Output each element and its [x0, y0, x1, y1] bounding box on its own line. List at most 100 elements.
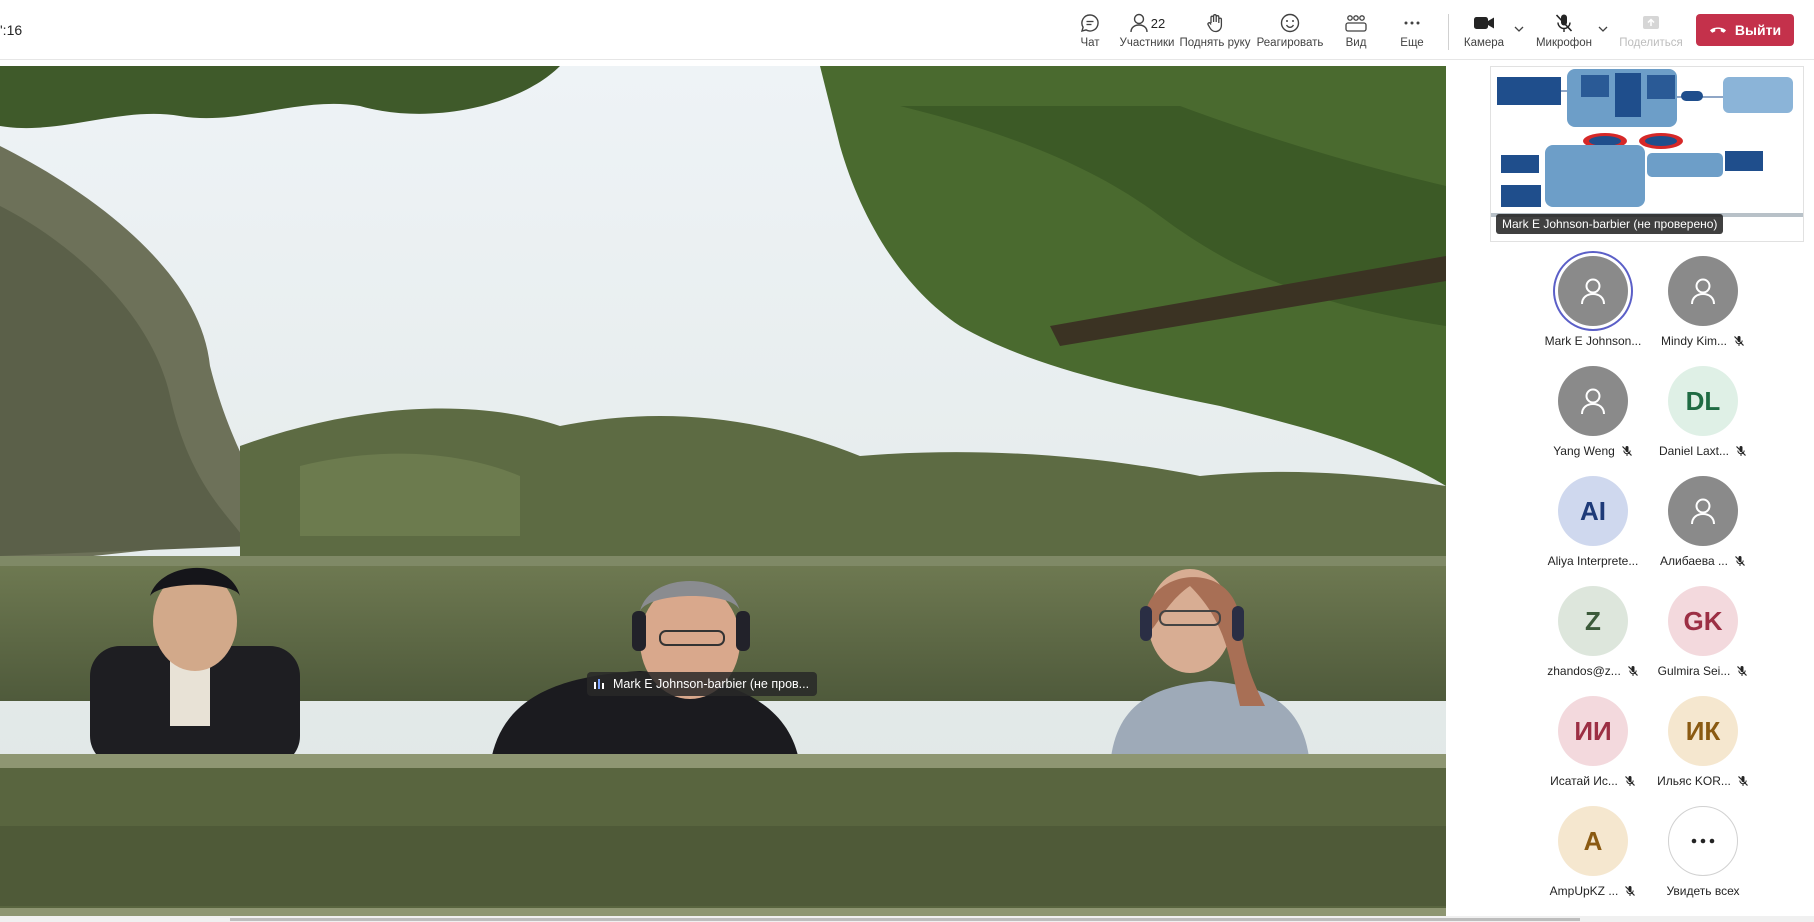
camera-button[interactable]: Камера	[1462, 10, 1506, 54]
camera-label: Камера	[1463, 37, 1505, 49]
participant-avatar	[1668, 476, 1738, 546]
main-video-stage: Mark E Johnson-barbier (не пров...	[0, 66, 1446, 916]
participant-name: Mindy Kim...	[1660, 334, 1727, 348]
more-dots-icon	[1668, 806, 1738, 876]
more-label: Еще	[1400, 37, 1424, 49]
participant-tile[interactable]: GK Gulmira Sei...	[1648, 586, 1758, 682]
participant-tile[interactable]: Алибаева ...	[1648, 476, 1758, 572]
person-icon	[1581, 388, 1605, 415]
ellipsis-icon	[1691, 838, 1715, 844]
microphone-options-chevron-icon[interactable]	[1596, 22, 1610, 36]
participant-tile[interactable]: Mark E Johnson...	[1538, 256, 1648, 352]
microphone-button[interactable]: Микрофон	[1534, 10, 1594, 54]
active-speaker-name: Mark E Johnson-barbier (не пров...	[613, 677, 810, 691]
share-button[interactable]: Поделиться	[1619, 10, 1683, 54]
participant-tile[interactable]: DL Daniel Laxt...	[1648, 366, 1758, 462]
video-feed	[0, 66, 1446, 916]
hang-up-icon	[1709, 27, 1726, 33]
see-all-participants-button[interactable]: Увидеть всех	[1648, 806, 1758, 902]
participant-name: AmpUpKZ ...	[1549, 884, 1619, 898]
microphone-muted-icon	[1737, 666, 1748, 676]
avatar-initials: AI	[1580, 495, 1606, 526]
participant-avatar: ИК	[1668, 696, 1738, 766]
participant-tile[interactable]: Zzhandos@z...	[1538, 586, 1648, 682]
toolbar-divider	[1448, 14, 1449, 50]
participant-name: Ильяс KOR...	[1657, 774, 1731, 788]
more-horizontal-icon	[1399, 10, 1425, 36]
participants-icon-wrap: 22	[1124, 10, 1170, 36]
react-label: Реагировать	[1256, 37, 1324, 49]
participant-avatar	[1558, 366, 1628, 436]
see-all-label: Увидеть всех	[1666, 884, 1740, 898]
person-icon	[1691, 498, 1715, 525]
react-button[interactable]: Реагировать	[1256, 10, 1324, 54]
participant-avatar: ИИ	[1558, 696, 1628, 766]
participant-avatar	[1668, 256, 1738, 326]
chat-icon	[1077, 10, 1103, 36]
person-icon	[1691, 278, 1715, 305]
view-button[interactable]: Вид	[1336, 10, 1376, 54]
participant-avatar: DL	[1668, 366, 1738, 436]
camera-icon	[1471, 10, 1497, 36]
participant-tile[interactable]: A AmpUpKZ ...	[1538, 806, 1648, 902]
meeting-toolbar: ':16 Чат 22 Участники Поднять руку Реаги…	[0, 0, 1814, 60]
person-icon	[1581, 278, 1605, 305]
participant-tile[interactable]: ИИ Исатай Ис...	[1538, 696, 1648, 792]
avatar-initials: ИК	[1685, 715, 1721, 746]
smiley-icon	[1277, 10, 1303, 36]
avatar-initials: A	[1583, 825, 1603, 856]
microphone-muted-icon	[1624, 776, 1635, 786]
microphone-label: Микрофон	[1535, 37, 1593, 49]
avatar-initials: DL	[1685, 385, 1721, 416]
participant-avatar	[1558, 256, 1628, 326]
participant-avatar: GK	[1668, 586, 1738, 656]
raise-hand-button[interactable]: Поднять руку	[1179, 10, 1251, 54]
participant-name: Mark E Johnson...	[1544, 334, 1642, 348]
audio-level-icon	[594, 679, 604, 689]
gallery-view-icon	[1343, 10, 1369, 36]
raise-hand-label: Поднять руку	[1179, 37, 1251, 49]
active-speaker-name-tag: Mark E Johnson-barbier (не пров...	[587, 672, 818, 696]
participant-avatar: Z	[1558, 586, 1628, 656]
participant-name: Gulmira Sei...	[1657, 664, 1731, 678]
view-label: Вид	[1345, 37, 1367, 49]
more-button[interactable]: Еще	[1392, 10, 1432, 54]
leave-button[interactable]: Выйти	[1696, 14, 1794, 46]
microphone-muted-icon	[1734, 336, 1744, 346]
participant-tile[interactable]: ИК Ильяс KOR...	[1648, 696, 1758, 792]
microphone-muted-icon	[1735, 556, 1745, 566]
meeting-timer: ':16	[0, 22, 23, 38]
participant-avatar: A	[1558, 806, 1628, 876]
microphone-muted-icon	[1627, 666, 1638, 676]
participant-name: Исатай Ис...	[1550, 774, 1618, 788]
share-label: Поделиться	[1619, 37, 1683, 49]
bottom-scroll-strip	[0, 916, 1814, 922]
microphone-muted-icon	[1625, 886, 1636, 896]
participant-name: zhandos@z...	[1547, 664, 1621, 678]
participants-label: Участники	[1119, 37, 1175, 49]
leave-label: Выйти	[1734, 22, 1782, 38]
microphone-muted-icon	[1621, 446, 1632, 456]
presenter-label: Mark E Johnson-barbier (не проверено)	[1496, 214, 1724, 234]
avatar-initials: ИИ	[1574, 715, 1612, 746]
chat-label: Чат	[1080, 37, 1100, 49]
hand-icon	[1202, 10, 1228, 36]
chat-button[interactable]: Чат	[1070, 10, 1110, 54]
avatar-initials: Z	[1585, 605, 1601, 636]
microphone-muted-icon	[1736, 446, 1746, 456]
scrollbar-thumb[interactable]	[230, 918, 1580, 921]
share-screen-icon	[1638, 10, 1664, 36]
participant-name: Yang Weng	[1553, 444, 1615, 458]
participant-avatar: AI	[1558, 476, 1628, 546]
microphone-muted-icon	[1551, 10, 1577, 36]
participant-name: Aliya Interprete...	[1547, 554, 1639, 568]
participants-button[interactable]: 22 Участники	[1116, 10, 1178, 54]
participant-tile[interactable]: AI Aliya Interprete...	[1538, 476, 1648, 572]
participant-tile[interactable]: Mindy Kim...	[1648, 256, 1758, 352]
microphone-muted-icon	[1737, 776, 1748, 786]
participant-tile[interactable]: Yang Weng	[1538, 366, 1648, 462]
camera-options-chevron-icon[interactable]	[1512, 22, 1526, 36]
participants-count: 22	[1150, 15, 1166, 31]
people-icon	[1130, 13, 1148, 33]
avatar-initials: GK	[1683, 605, 1723, 636]
